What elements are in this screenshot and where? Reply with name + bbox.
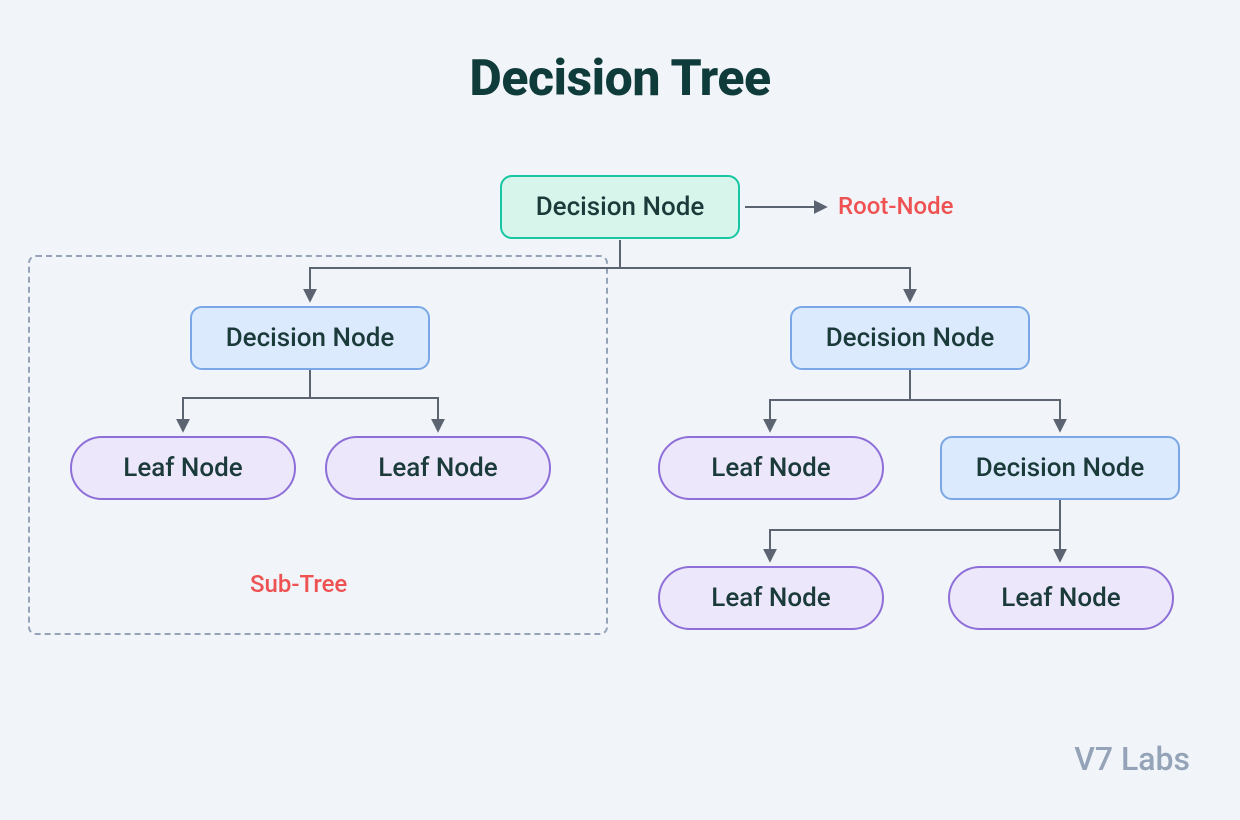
leaf-node: Leaf Node — [70, 436, 296, 500]
right-decision-node: Decision Node — [790, 306, 1030, 370]
watermark: V7 Labs — [1074, 740, 1190, 778]
diagram-canvas: Decision Tree Decision Node — [0, 0, 1240, 820]
leaf-node: Leaf Node — [325, 436, 551, 500]
node-label: Decision Node — [226, 323, 395, 353]
root-decision-node: Decision Node — [500, 175, 740, 239]
leaf-node: Leaf Node — [658, 566, 884, 630]
diagram-title: Decision Tree — [0, 50, 1240, 108]
node-label: Leaf Node — [711, 453, 830, 483]
node-label: Decision Node — [536, 192, 705, 222]
leaf-node: Leaf Node — [658, 436, 884, 500]
node-label: Leaf Node — [378, 453, 497, 483]
leaf-node: Leaf Node — [948, 566, 1174, 630]
root-node-annotation: Root-Node — [838, 192, 954, 220]
left-decision-node: Decision Node — [190, 306, 430, 370]
right-right-decision-node: Decision Node — [940, 436, 1180, 500]
node-label: Leaf Node — [1001, 583, 1120, 613]
node-label: Decision Node — [826, 323, 995, 353]
node-label: Decision Node — [976, 453, 1145, 483]
node-label: Leaf Node — [123, 453, 242, 483]
subtree-annotation: Sub-Tree — [250, 570, 347, 598]
node-label: Leaf Node — [711, 583, 830, 613]
